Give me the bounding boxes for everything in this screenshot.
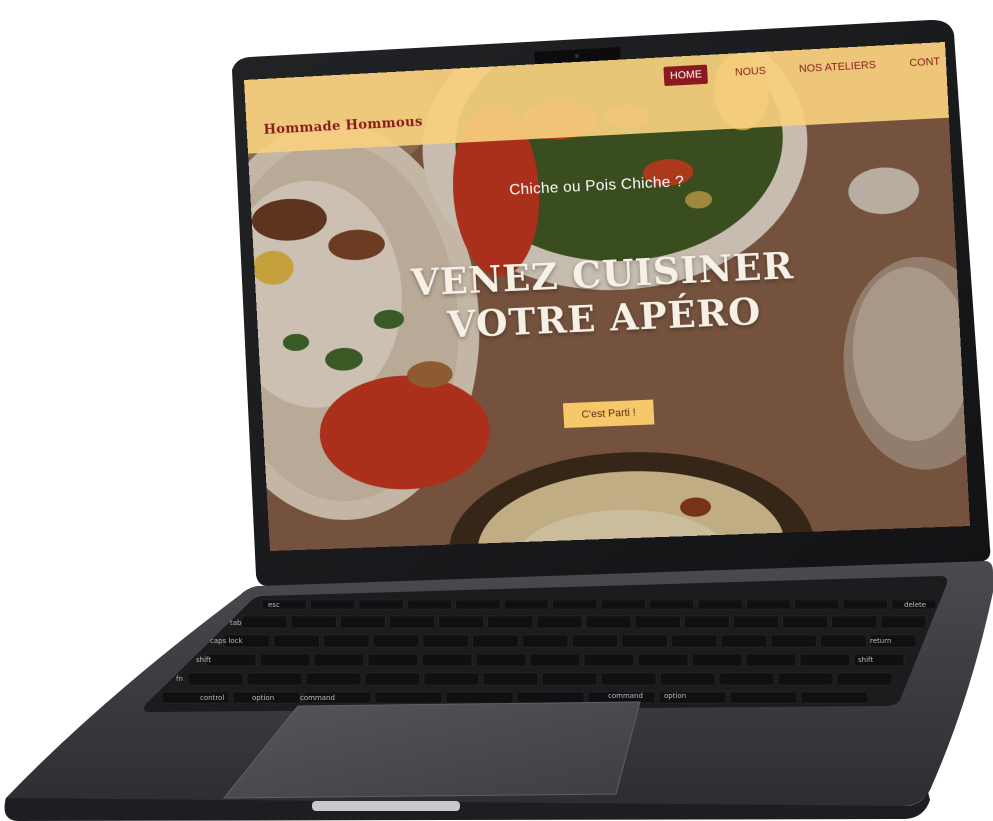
key-label: option	[252, 694, 274, 702]
keyboard-key[interactable]	[583, 653, 635, 667]
keyboard-key[interactable]	[367, 653, 419, 667]
website-screen: Hommade Hommous HOME NOUS NOS ATELIERS C…	[244, 41, 971, 552]
keyboard-key[interactable]	[364, 672, 421, 686]
nav-item-contact[interactable]: CONT	[903, 52, 947, 74]
keyboard-key[interactable]	[720, 634, 768, 648]
keyboard-key[interactable]	[241, 615, 288, 629]
keyboard-key[interactable]	[683, 615, 730, 629]
keyboard-key[interactable]	[745, 599, 792, 610]
key-label: esc	[268, 601, 280, 609]
keyboard-key[interactable]	[246, 672, 303, 686]
keyboard-key[interactable]	[423, 672, 480, 686]
cta-button[interactable]: C'est Parti !	[562, 399, 655, 429]
keyboard-key[interactable]	[571, 634, 619, 648]
keyboard-key[interactable]	[831, 615, 878, 629]
keyboard-key[interactable]	[339, 615, 386, 629]
keyboard-key[interactable]	[745, 653, 797, 667]
keyboard-key[interactable]	[323, 634, 370, 648]
keyboard-key[interactable]	[472, 634, 519, 648]
keyboard-key[interactable]	[205, 653, 257, 667]
keyboard-key[interactable]	[455, 599, 501, 610]
keyboard-key[interactable]	[475, 653, 527, 667]
keyboard-key[interactable]	[541, 672, 598, 686]
key-label: tab	[230, 619, 242, 627]
keyboard-key[interactable]	[305, 672, 362, 686]
keyboard-key[interactable]	[358, 599, 404, 610]
nav-item-ateliers[interactable]: NOS ATELIERS	[793, 55, 883, 79]
keyboard-key[interactable]	[187, 672, 244, 686]
keyboard-key[interactable]	[649, 599, 695, 610]
keyboard-key[interactable]	[621, 634, 668, 648]
keyboard-key[interactable]	[697, 599, 743, 610]
key-label: option	[664, 692, 686, 700]
keyboard-key[interactable]	[552, 599, 598, 610]
keyboard-key[interactable]	[374, 691, 443, 704]
keyboard-key[interactable]	[503, 599, 549, 610]
keyboard-key[interactable]	[521, 634, 569, 648]
keyboard-key[interactable]	[529, 653, 581, 667]
keyboard-key[interactable]	[800, 691, 869, 704]
key-label: control	[200, 694, 224, 702]
keyboard-key[interactable]	[729, 691, 798, 704]
keyboard-key[interactable]	[273, 634, 320, 648]
keyboard-key[interactable]	[842, 599, 888, 610]
keyboard-key[interactable]	[836, 672, 893, 686]
keyboard-key[interactable]	[259, 653, 311, 667]
keyboard-key[interactable]	[290, 615, 337, 629]
keyboard-key[interactable]	[422, 634, 469, 648]
keyboard-key[interactable]	[782, 615, 829, 629]
keyboard-key[interactable]	[880, 615, 927, 629]
key-label: command	[300, 694, 335, 702]
keyboard-key[interactable]	[487, 615, 534, 629]
keyboard-key[interactable]	[600, 672, 657, 686]
keyboard-key[interactable]	[770, 634, 817, 648]
keyboard-key[interactable]	[671, 634, 718, 648]
keyboard-key[interactable]	[600, 599, 646, 610]
keyboard-key[interactable]	[637, 653, 689, 667]
keyboard-key[interactable]	[445, 691, 514, 704]
keyboard-key[interactable]	[799, 653, 851, 667]
keyboard-key[interactable]	[794, 599, 840, 610]
keyboard-key[interactable]	[438, 615, 485, 629]
keyboard-key[interactable]	[777, 672, 834, 686]
keyboard-key[interactable]	[482, 672, 539, 686]
keyboard-key[interactable]	[733, 615, 779, 629]
keyboard-key[interactable]	[536, 615, 583, 629]
keyboard-key[interactable]	[313, 653, 365, 667]
keyboard-key[interactable]	[718, 672, 775, 686]
main-nav: HOME NOUS NOS ATELIERS CONT	[663, 52, 947, 87]
key-label: shift	[858, 656, 873, 664]
key-label: shift	[196, 656, 211, 664]
keyboard-key[interactable]	[634, 615, 681, 629]
keyboard-key[interactable]	[421, 653, 473, 667]
keyboard-key[interactable]	[310, 599, 356, 610]
nav-item-nous[interactable]: NOUS	[729, 61, 773, 83]
front-notch	[312, 801, 460, 811]
keyboard-key[interactable]	[372, 634, 420, 648]
keyboard-key[interactable]	[516, 691, 585, 704]
key-label: caps lock	[210, 637, 244, 645]
keyboard-key[interactable]	[691, 653, 743, 667]
nav-item-home[interactable]: HOME	[663, 64, 709, 87]
keyboard-key[interactable]	[406, 599, 453, 610]
keyboard-key[interactable]	[389, 615, 435, 629]
key-label: delete	[904, 601, 926, 609]
key-label: fn	[176, 675, 183, 683]
key-label: return	[870, 637, 891, 645]
keyboard-key[interactable]	[820, 634, 867, 648]
site-logo[interactable]: Hommade Hommous	[263, 114, 423, 137]
key-label: command	[608, 692, 643, 700]
keyboard-key[interactable]	[659, 672, 716, 686]
keyboard-key[interactable]	[585, 615, 632, 629]
